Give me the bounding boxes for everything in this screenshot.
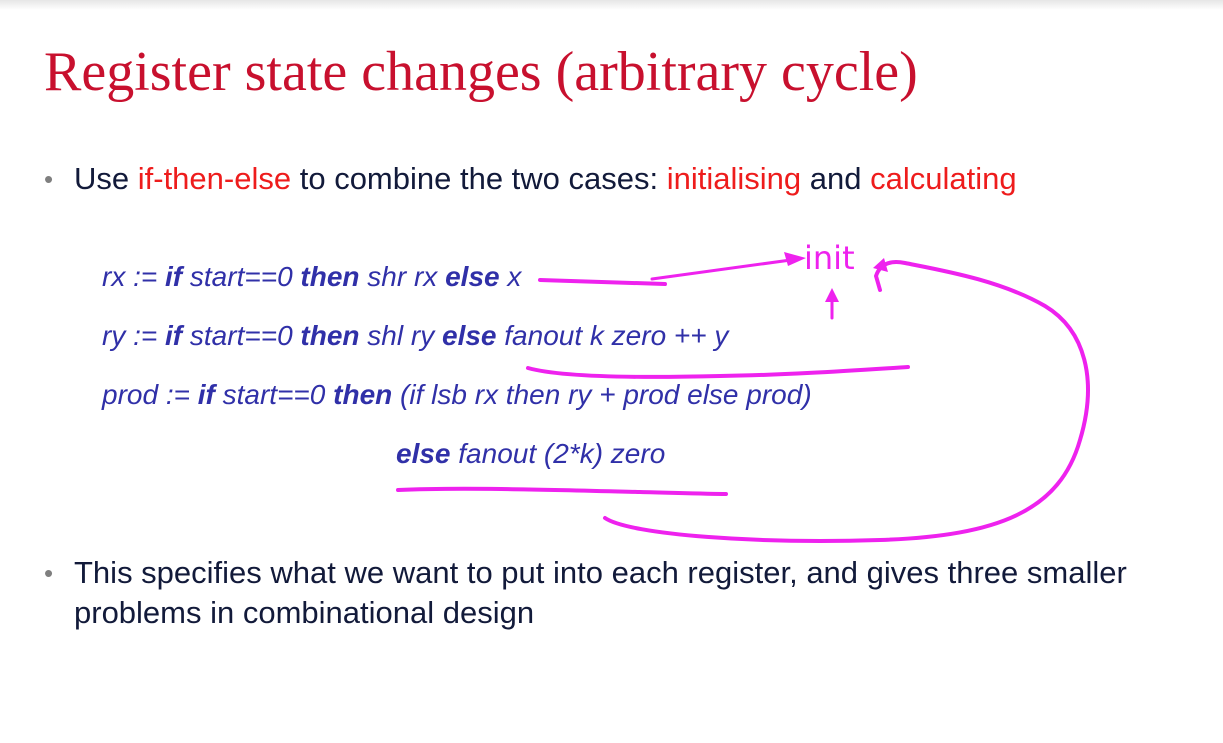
- arrowhead-up-icon: [825, 288, 839, 302]
- code-keyword: else: [445, 261, 500, 292]
- code-keyword: then: [300, 261, 360, 292]
- bullet-specifies: • This specifies what we want to put int…: [44, 553, 1174, 633]
- code-keyword: if: [165, 320, 183, 351]
- code-token: prod :=: [102, 379, 198, 410]
- arrowhead-right-icon: [784, 252, 806, 266]
- top-shadow: [0, 0, 1223, 10]
- underline-else-x: [538, 278, 667, 286]
- code-keyword: then: [333, 379, 393, 410]
- bullet1-text-3: and: [801, 161, 871, 196]
- code-token: x: [499, 261, 522, 292]
- code-token: rx :=: [102, 261, 166, 292]
- code-token: shl ry: [359, 320, 442, 351]
- code-token: shr rx: [359, 261, 446, 292]
- code-token: fanout k zero ++ y: [496, 320, 729, 351]
- arrow-line-to-init: [650, 257, 800, 281]
- code-token: ry :=: [102, 320, 166, 351]
- bullet1-keyword-calculating: calculating: [870, 161, 1017, 196]
- bullet2-text: This specifies what we want to put into …: [74, 555, 1127, 630]
- code-line-ry: ry := if start==0 then shl ry else fanou…: [102, 318, 728, 354]
- code-token: start==0: [214, 379, 334, 410]
- underline-else-fanout: [526, 365, 910, 379]
- code-line-rx: rx := if start==0 then shr rx else x: [102, 259, 521, 295]
- code-token: start==0: [182, 261, 301, 292]
- code-token: (if lsb rx then ry + prod else prod): [392, 379, 812, 410]
- code-keyword: else: [442, 320, 497, 351]
- bullet1-text-2: to combine the two cases:: [291, 161, 667, 196]
- code-keyword: then: [300, 320, 360, 351]
- code-keyword: if: [165, 261, 183, 292]
- slide: Register state changes (arbitrary cycle)…: [0, 0, 1223, 743]
- code-token: fanout (2*k) zero: [450, 438, 666, 469]
- bullet-dot-icon: •: [44, 558, 54, 588]
- bullet1-text-1: Use: [74, 161, 138, 196]
- arrowhead-loop-icon: [873, 258, 888, 272]
- code-line-prod-else: else fanout (2*k) zero: [396, 436, 665, 472]
- init-annotation-label: init: [804, 239, 855, 277]
- code-keyword: else: [396, 438, 451, 469]
- slide-title: Register state changes (arbitrary cycle): [44, 41, 918, 103]
- underline-else-zero: [396, 486, 728, 496]
- bullet-if-then-else: • Use if-then-else to combine the two ca…: [44, 157, 1017, 201]
- code-token: start==0: [182, 320, 301, 351]
- code-keyword: if: [197, 379, 215, 410]
- code-line-prod: prod := if start==0 then (if lsb rx then…: [102, 377, 812, 413]
- bullet-dot-icon: •: [44, 164, 54, 194]
- bullet1-keyword-initialising: initialising: [666, 161, 802, 196]
- bullet1-keyword-if-then-else: if-then-else: [137, 161, 292, 196]
